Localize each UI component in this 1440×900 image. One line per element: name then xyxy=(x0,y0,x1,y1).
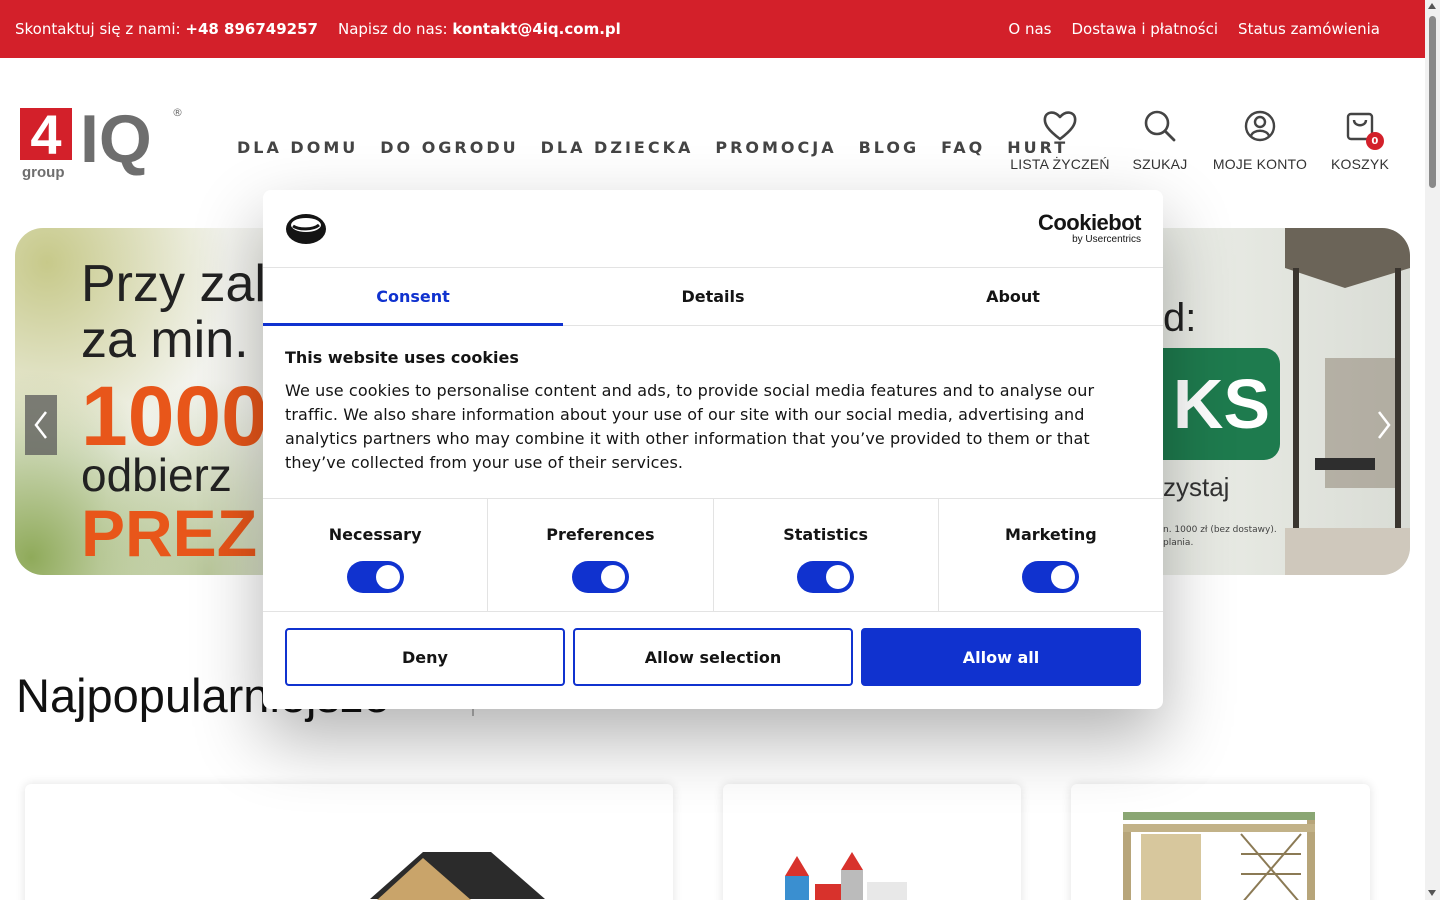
svg-text:IQ: IQ xyxy=(80,104,152,177)
hero-line-1: Przy zal xyxy=(81,255,266,313)
cart-button[interactable]: KOSZYK 0 xyxy=(1320,108,1400,172)
nav-dla-dziecka[interactable]: DLA DZIECKA xyxy=(541,138,694,157)
user-icon xyxy=(1244,110,1276,142)
scrollbar-thumb[interactable] xyxy=(1429,16,1436,188)
link-delivery[interactable]: Dostawa i płatności xyxy=(1071,20,1218,38)
nav-faq[interactable]: FAQ xyxy=(941,138,985,157)
cookie-category-toggles: Necessary Preferences Statistics Marketi… xyxy=(263,498,1163,612)
toggle-label-necessary: Necessary xyxy=(328,525,422,544)
account-button[interactable]: MOJE KONTO xyxy=(1200,108,1320,172)
hero-right-sub: zystaj xyxy=(1163,472,1230,502)
toggle-label-statistics: Statistics xyxy=(783,525,868,544)
tab-about[interactable]: About xyxy=(863,268,1163,325)
hero-fine-print-1: n. 1000 zł (bez dostawy). xyxy=(1163,525,1277,535)
hero-line-3: 1000 xyxy=(81,369,268,463)
tab-consent[interactable]: Consent xyxy=(263,268,563,326)
product-card[interactable] xyxy=(723,784,1021,900)
heart-icon xyxy=(1043,111,1077,141)
link-order-status[interactable]: Status zamówienia xyxy=(1238,20,1380,38)
toggle-group-marketing: Marketing xyxy=(939,499,1163,611)
header-actions: LISTA ŻYCZEŃ SZUKAJ MOJE KONTO KOSZYK 0 xyxy=(1000,108,1400,172)
nav-do-ogrodu[interactable]: DO OGRODU xyxy=(380,138,518,157)
product-card[interactable] xyxy=(1071,784,1370,900)
toggle-label-preferences: Preferences xyxy=(546,525,655,544)
cookie-buttons: Deny Allow selection Allow all xyxy=(285,628,1141,686)
toggle-group-necessary: Necessary xyxy=(263,499,489,611)
svg-text:4: 4 xyxy=(30,104,61,166)
cookie-logo-icon xyxy=(286,214,326,244)
toggle-group-preferences: Preferences xyxy=(488,499,714,611)
cookie-body: This website uses cookies We use cookies… xyxy=(285,348,1141,475)
product-image-bouncy-castle xyxy=(785,852,907,900)
product-card[interactable] xyxy=(25,784,673,900)
cookie-dialog-header: Cookiebot by Usercentrics xyxy=(263,190,1163,268)
allow-all-button[interactable]: Allow all xyxy=(861,628,1141,686)
toggle-group-statistics: Statistics xyxy=(714,499,939,611)
search-label: SZUKAJ xyxy=(1132,156,1188,172)
cart-count-badge: 0 xyxy=(1366,132,1384,150)
phone-number[interactable]: +48 896749257 xyxy=(185,20,318,38)
deny-button[interactable]: Deny xyxy=(285,628,565,686)
hero-fine-print: n. 1000 zł (bez dostawy). plania. xyxy=(1163,524,1277,549)
toggle-necessary[interactable] xyxy=(346,561,404,593)
main-nav: DLA DOMU DO OGRODU DLA DZIECKA PROMOCJA … xyxy=(237,138,1068,157)
cart-label: KOSZYK xyxy=(1331,156,1389,172)
registered-mark: ® xyxy=(172,106,182,119)
top-links: O nas Dostawa i płatności Status zamówie… xyxy=(1008,20,1410,38)
scroll-up-icon[interactable] xyxy=(1428,3,1436,9)
logo-group-text: group xyxy=(22,164,65,181)
tab-details[interactable]: Details xyxy=(563,268,863,325)
email-address[interactable]: kontakt@4iq.com.pl xyxy=(452,20,620,38)
chevron-right-icon xyxy=(1378,411,1391,439)
link-about[interactable]: O nas xyxy=(1008,20,1051,38)
top-bar: Skontaktuj się z nami: +48 896749257 Nap… xyxy=(0,0,1425,58)
nav-dla-domu[interactable]: DLA DOMU xyxy=(237,138,358,157)
search-icon xyxy=(1144,110,1176,142)
toggle-marketing[interactable] xyxy=(1022,561,1080,593)
cookie-tabs: Consent Details About xyxy=(263,268,1163,326)
hero-next-button[interactable] xyxy=(1368,395,1400,455)
site-logo[interactable]: 4 IQ ® group xyxy=(20,101,183,182)
contact-phone[interactable]: Skontaktuj się z nami: +48 896749257 xyxy=(15,20,318,38)
chevron-left-icon xyxy=(34,411,47,439)
contact-info: Skontaktuj się z nami: +48 896749257 Nap… xyxy=(15,20,621,38)
product-image-playhouse xyxy=(370,852,545,900)
hero-promo-text: Przy zal za min. 1000 odbierz PREZ xyxy=(81,258,268,566)
hero-fine-print-2: plania. xyxy=(1163,537,1194,548)
page-scrollbar[interactable] xyxy=(1425,0,1440,900)
contact-label: Skontaktuj się z nami: xyxy=(15,20,181,38)
toggle-label-marketing: Marketing xyxy=(1005,525,1097,544)
cookiebot-brand-name: Cookiebot xyxy=(1037,210,1142,235)
account-label: MOJE KONTO xyxy=(1212,156,1308,172)
hero-line-2: za min. xyxy=(81,311,249,369)
nav-promocja[interactable]: PROMOCJA xyxy=(715,138,836,157)
product-image-climbing-frame xyxy=(1123,812,1315,900)
toggle-statistics[interactable] xyxy=(797,561,855,593)
cookiebot-brand-sub: by Usercentrics xyxy=(1072,234,1141,245)
cookiebot-brand[interactable]: Cookiebot by Usercentrics xyxy=(1037,210,1142,246)
wishlist-label: LISTA ŻYCZEŃ xyxy=(1010,156,1110,172)
cookie-heading: This website uses cookies xyxy=(285,348,519,367)
cookie-consent-dialog: Cookiebot by Usercentrics Consent Detail… xyxy=(263,190,1163,709)
allow-selection-button[interactable]: Allow selection xyxy=(573,628,853,686)
hero-right-line: d: xyxy=(1163,296,1197,340)
hero-line-5: PREZ xyxy=(81,496,258,570)
hero-prev-button[interactable] xyxy=(25,395,57,455)
toggle-preferences[interactable] xyxy=(571,561,629,593)
hero-promo-badge: KS xyxy=(1163,348,1280,460)
cookie-description: We use cookies to personalise content an… xyxy=(285,381,1095,472)
page: Skontaktuj się z nami: +48 896749257 Nap… xyxy=(0,0,1440,900)
search-button[interactable]: SZUKAJ xyxy=(1120,108,1200,172)
email-label: Napisz do nas: xyxy=(337,20,448,38)
wishlist-button[interactable]: LISTA ŻYCZEŃ xyxy=(1000,108,1120,172)
scroll-down-icon[interactable] xyxy=(1428,890,1436,896)
contact-email[interactable]: Napisz do nas: kontakt@4iq.com.pl xyxy=(338,20,621,38)
nav-blog[interactable]: BLOG xyxy=(859,138,920,157)
